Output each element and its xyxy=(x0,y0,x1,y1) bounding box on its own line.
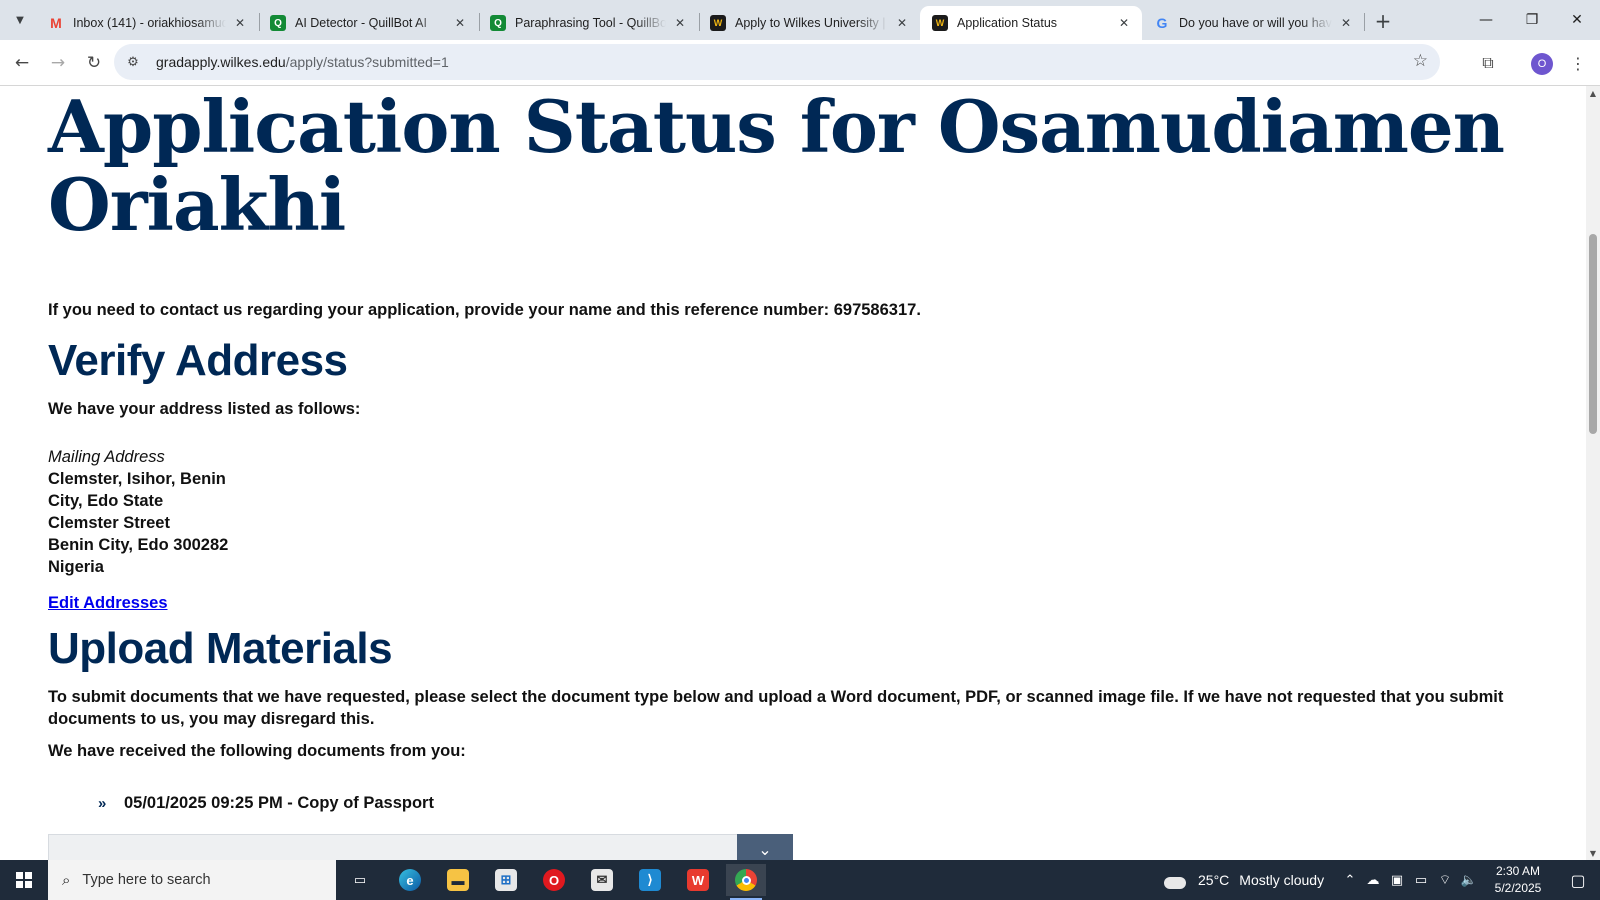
weather-widget[interactable]: 25°C Mostly cloudy xyxy=(1162,860,1324,900)
search-icon: ⌕ xyxy=(62,871,71,889)
taskbar-search-placeholder: Type here to search xyxy=(82,872,211,888)
address-line: City, Edo State xyxy=(48,492,164,510)
page-scrollbar[interactable]: ▲ ▼ xyxy=(1586,86,1600,860)
address-line: Clemster, Isihor, Benin xyxy=(48,470,226,488)
tab-separator xyxy=(1364,13,1365,31)
reload-icon[interactable]: ↻ xyxy=(80,49,108,77)
tab-strip: ▼ M Inbox (141) - oriakhiosamudiamen ✕ Q… xyxy=(0,0,1600,40)
google-icon: G xyxy=(1156,15,1168,31)
weather-temperature: 25°C xyxy=(1198,872,1230,888)
file-explorer-icon[interactable]: ▬ xyxy=(438,864,478,896)
browser-menu-kebab-icon[interactable]: ⋮ xyxy=(1566,49,1590,77)
forward-arrow-icon[interactable]: → xyxy=(44,49,72,77)
quillbot-icon: Q xyxy=(270,15,286,31)
mailing-address-label: Mailing Address xyxy=(48,448,165,466)
extensions-puzzle-icon[interactable]: ⧉ xyxy=(1474,49,1502,77)
wps-office-icon[interactable]: W xyxy=(678,864,718,896)
windows-logo-icon xyxy=(16,872,32,888)
network-wifi-icon[interactable]: ⌔ xyxy=(1434,860,1456,900)
address-line: Clemster Street xyxy=(48,514,170,532)
microsoft-store-icon[interactable]: ⊞ xyxy=(486,864,526,896)
new-tab-plus-icon[interactable]: + xyxy=(1370,8,1396,34)
url-text[interactable]: gradapply.wilkes.edu/apply/status?submit… xyxy=(156,54,449,70)
taskbar-search-box[interactable]: ⌕ Type here to search xyxy=(48,860,336,900)
select-dropdown-chevron-icon[interactable]: ⌄ xyxy=(737,834,793,860)
gmail-icon: M xyxy=(50,15,62,31)
browser-toolbar: ← → ↻ ⚙ gradapply.wilkes.edu/apply/statu… xyxy=(0,40,1600,86)
tab-title: Inbox (141) - oriakhiosamudiamen xyxy=(73,16,226,30)
vscode-icon[interactable]: ⟩ xyxy=(630,864,670,896)
tab-apply-wilkes[interactable]: W Apply to Wilkes University | Wilkes ✕ xyxy=(698,6,920,40)
address-line: Nigeria xyxy=(48,558,104,576)
tab-close-icon[interactable]: ✕ xyxy=(232,15,248,31)
address-line: Benin City, Edo 300282 xyxy=(48,536,229,554)
document-entry: 05/01/2025 09:25 PM - Copy of Passport xyxy=(124,794,434,812)
tab-close-icon[interactable]: ✕ xyxy=(894,15,910,31)
meet-camera-icon[interactable]: ▣ xyxy=(1386,860,1408,900)
clock-time: 2:30 AM xyxy=(1495,864,1541,878)
document-type-select[interactable] xyxy=(48,834,738,860)
start-button[interactable] xyxy=(0,860,48,900)
scroll-down-arrow-icon[interactable]: ▼ xyxy=(1586,846,1600,860)
page-viewport: Application Status for Osamudiamen Oriak… xyxy=(0,86,1586,860)
edge-browser-icon[interactable]: e xyxy=(390,864,430,896)
tab-search-chevron-down-icon[interactable]: ▼ xyxy=(8,8,32,32)
list-item: » 05/01/2025 09:25 PM - Copy of Passport xyxy=(98,794,434,813)
page-title: Application Status for Osamudiamen Oriak… xyxy=(48,86,1505,247)
wilkes-icon: W xyxy=(710,15,726,31)
tab-paraphrasing-tool[interactable]: Q Paraphrasing Tool - QuillBot AI ✕ xyxy=(478,6,698,40)
window-close-icon[interactable]: ✕ xyxy=(1554,0,1600,40)
tab-title: Paraphrasing Tool - QuillBot AI xyxy=(515,16,666,30)
bookmark-star-icon[interactable]: ☆ xyxy=(1413,51,1428,71)
opera-browser-icon[interactable]: O xyxy=(534,864,574,896)
double-chevron-right-icon: » xyxy=(98,795,107,812)
scroll-up-arrow-icon[interactable]: ▲ xyxy=(1586,86,1600,100)
tab-title: Apply to Wilkes University | Wilkes xyxy=(735,16,888,30)
notification-center-icon[interactable]: ▢ xyxy=(1556,860,1600,900)
windows-taskbar: ⌕ Type here to search ▭ e ▬ ⊞ O ✉ ⟩ W 25… xyxy=(0,860,1600,900)
volume-speaker-icon[interactable]: 🔈 xyxy=(1458,860,1480,900)
chrome-browser-icon[interactable] xyxy=(726,864,766,900)
battery-icon[interactable]: ▭ xyxy=(1410,860,1432,900)
tab-title: Application Status xyxy=(957,16,1058,30)
profile-avatar[interactable]: O xyxy=(1531,53,1553,75)
tab-close-icon[interactable]: ✕ xyxy=(1116,15,1132,31)
tab-close-icon[interactable]: ✕ xyxy=(672,15,688,31)
tab-ai-detector[interactable]: Q AI Detector - QuillBot AI ✕ xyxy=(258,6,478,40)
url-host: gradapply.wilkes.edu xyxy=(156,54,286,70)
upload-instructions-text: To submit documents that we have request… xyxy=(48,688,1504,728)
show-hidden-icons-chevron-up-icon[interactable]: ⌃ xyxy=(1340,860,1360,900)
edit-addresses-link[interactable]: Edit Addresses xyxy=(48,594,168,613)
upload-materials-heading: Upload Materials xyxy=(48,624,393,673)
wilkes-icon: W xyxy=(932,15,948,31)
tab-google-search[interactable]: G Do you have or will you have ✕ xyxy=(1142,6,1364,40)
task-view-icon[interactable]: ▭ xyxy=(340,864,380,896)
quillbot-icon: Q xyxy=(490,15,506,31)
site-info-tune-icon[interactable]: ⚙ xyxy=(124,53,142,71)
mail-icon[interactable]: ✉ xyxy=(582,864,622,896)
tab-title: AI Detector - QuillBot AI xyxy=(295,16,427,30)
taskbar-clock[interactable]: 2:30 AM 5/2/2025 xyxy=(1486,863,1550,897)
minimize-icon[interactable]: — xyxy=(1463,0,1509,40)
verify-address-heading: Verify Address xyxy=(48,336,348,385)
back-arrow-icon[interactable]: ← xyxy=(8,49,36,77)
tab-title: Do you have or will you have xyxy=(1179,16,1332,30)
scrollbar-thumb[interactable] xyxy=(1589,234,1597,434)
restore-icon[interactable]: ❐ xyxy=(1509,0,1555,40)
clock-date: 5/2/2025 xyxy=(1494,881,1542,895)
weather-description: Mostly cloudy xyxy=(1239,872,1325,888)
address-bar[interactable]: ⚙ gradapply.wilkes.edu/apply/status?subm… xyxy=(114,44,1440,80)
address-intro-text: We have your address listed as follows: xyxy=(48,400,361,418)
reference-number-text: If you need to contact us regarding your… xyxy=(48,301,921,319)
received-documents-intro: We have received the following documents… xyxy=(48,742,466,760)
url-path: /apply/status?submitted=1 xyxy=(285,54,449,70)
tab-close-icon[interactable]: ✕ xyxy=(1338,15,1354,31)
tab-gmail[interactable]: M Inbox (141) - oriakhiosamudiamen ✕ xyxy=(36,6,258,40)
tab-application-status[interactable]: W Application Status ✕ xyxy=(920,6,1142,40)
tab-close-icon[interactable]: ✕ xyxy=(452,15,468,31)
partly-cloudy-icon xyxy=(1162,871,1188,889)
onedrive-cloud-icon[interactable]: ☁ xyxy=(1362,860,1384,900)
mailing-address-block: Mailing Address Clemster, Isihor, Benin … xyxy=(48,446,228,578)
